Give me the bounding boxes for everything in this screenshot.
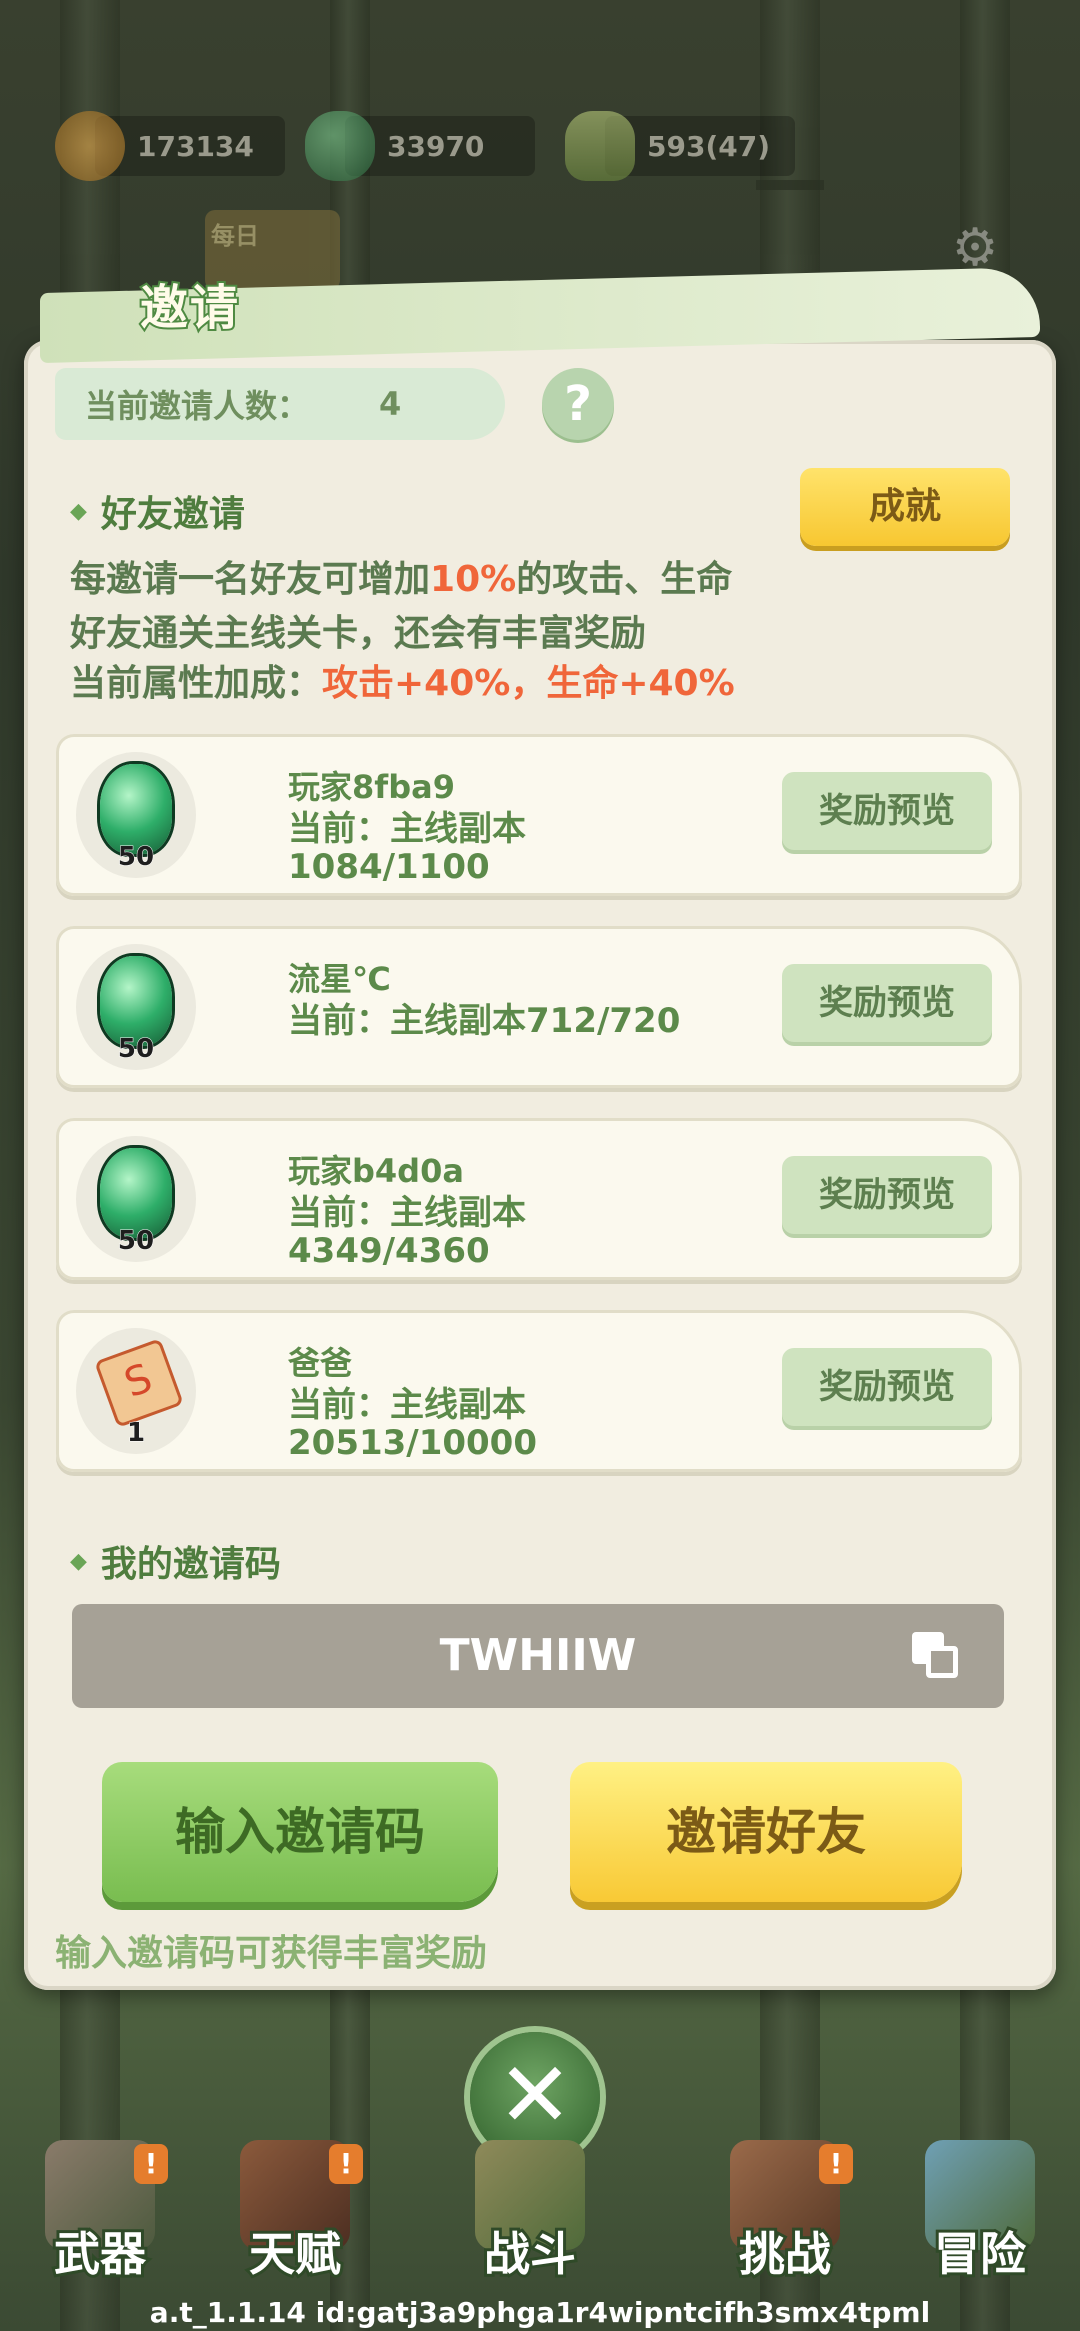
reward-qty: 50 (117, 1226, 155, 1257)
invite-friends-button[interactable]: 邀请好友 (570, 1762, 962, 1902)
section-label: 好友邀请 (100, 494, 245, 535)
nav-talent[interactable]: ! 天赋 (215, 2140, 375, 2290)
reward-qty: 50 (117, 1034, 155, 1065)
my-invite-code-section-title: ◆ 我的邀请码 (70, 1535, 281, 1587)
invite-count-value: 4 (379, 385, 402, 423)
invite-count-label: 当前邀请人数： (85, 387, 310, 425)
friend-progress: 当前：主线副本20513/10000 (288, 1385, 537, 1463)
scroll-icon: S (94, 1338, 184, 1428)
reward-preview-button[interactable]: 奖励预览 (782, 964, 992, 1042)
reward-preview-button[interactable]: 奖励预览 (782, 1156, 992, 1234)
resource-value: 593(47) (647, 129, 771, 163)
reward-qty: 50 (117, 842, 155, 873)
friend-name: 玩家b4d0a (288, 1152, 464, 1190)
resource-value: 173134 (137, 129, 254, 163)
friend-progress: 当前：主线副本712/720 (288, 1001, 681, 1041)
achievement-button[interactable]: 成就 (800, 468, 1010, 546)
resource-green-gems: 33970 (305, 108, 535, 184)
reward-item: 50 (76, 944, 196, 1070)
nav-label: 战斗 (481, 2224, 579, 2284)
diamond-bullet-icon: ◆ (70, 498, 87, 524)
friend-invite-section-title: ◆ 好友邀请 (70, 485, 245, 537)
version-footer: a.t_1.1.14 id:gatj3a9phga1r4wipntcifh3sm… (149, 2296, 931, 2329)
enter-invite-code-button[interactable]: 输入邀请码 (102, 1762, 498, 1902)
friend-name: 爸爸 (288, 1344, 353, 1382)
invite-desc-line-1: 每邀请一名好友可增加10%的攻击、生命 (70, 559, 733, 600)
reward-item: S1 (76, 1328, 196, 1454)
bonus-percent: 10% (430, 559, 517, 600)
friend-progress: 当前：主线副本4349/4360 (288, 1193, 526, 1271)
invite-code-value: TWHIIW (439, 1630, 637, 1681)
friend-card: 50 玩家b4d0a 当前：主线副本4349/4360 奖励预览 (56, 1118, 1022, 1280)
alert-badge: ! (329, 2144, 363, 2184)
friend-card: S1 爸爸 当前：主线副本20513/10000 奖励预览 (56, 1310, 1022, 1472)
dialog-title: 邀请 (138, 278, 241, 338)
resource-paw-coins: 173134 (55, 108, 285, 184)
invite-code-field: TWHIIW (72, 1604, 1004, 1708)
help-button[interactable]: ? (542, 368, 614, 440)
invite-count-box: 当前邀请人数： 4 (55, 368, 505, 440)
nav-label: 挑战 (736, 2224, 834, 2284)
friend-name: 玩家8fba9 (288, 768, 455, 806)
green-gem-icon (100, 1148, 172, 1238)
nav-challenge[interactable]: ! 挑战 (705, 2140, 865, 2290)
invite-desc-line-3: 当前属性加成：攻击+40%，生命+40% (70, 663, 735, 704)
friend-card: 50 玩家8fba9 当前：主线副本1084/1100 奖励预览 (56, 734, 1022, 896)
friend-progress: 当前：主线副本1084/1100 (288, 809, 526, 887)
reward-item: 50 (76, 1136, 196, 1262)
daily-label: 每日 (211, 222, 259, 250)
resource-bamboo-shoots: 593(47) (565, 108, 795, 184)
reward-item: 50 (76, 752, 196, 878)
copy-icon[interactable] (912, 1632, 964, 1684)
nav-weapon[interactable]: ! 武器 (20, 2140, 180, 2290)
friend-name: 流星℃ (288, 960, 391, 998)
invite-desc-line-2: 好友通关主线关卡，还会有丰富奖励 (70, 613, 647, 654)
nav-label: 天赋 (246, 2224, 344, 2284)
section-label: 我的邀请码 (100, 1544, 281, 1585)
nav-label: 武器 (51, 2224, 149, 2284)
green-gem-icon (100, 764, 172, 854)
friend-card: 50 流星℃ 当前：主线副本712/720 奖励预览 (56, 926, 1022, 1088)
bamboo-shoot-icon (565, 111, 635, 181)
current-bonus: 攻击+40%，生命+40% (322, 663, 735, 704)
nav-label: 冒险 (931, 2224, 1029, 2284)
reward-preview-button[interactable]: 奖励预览 (782, 772, 992, 850)
resource-value: 33970 (387, 129, 485, 163)
invite-hint: 输入邀请码可获得丰富奖励 (55, 1933, 488, 1974)
reward-qty: 1 (126, 1418, 146, 1449)
alert-badge: ! (134, 2144, 168, 2184)
alert-badge: ! (819, 2144, 853, 2184)
reward-preview-button[interactable]: 奖励预览 (782, 1348, 992, 1426)
nav-battle[interactable]: 战斗 (450, 2140, 610, 2290)
nav-adventure[interactable]: 冒险 (900, 2140, 1060, 2290)
diamond-bullet-icon: ◆ (70, 1548, 87, 1574)
green-gem-icon (100, 956, 172, 1046)
green-gem-icon (305, 111, 375, 181)
paw-coin-icon (55, 111, 125, 181)
